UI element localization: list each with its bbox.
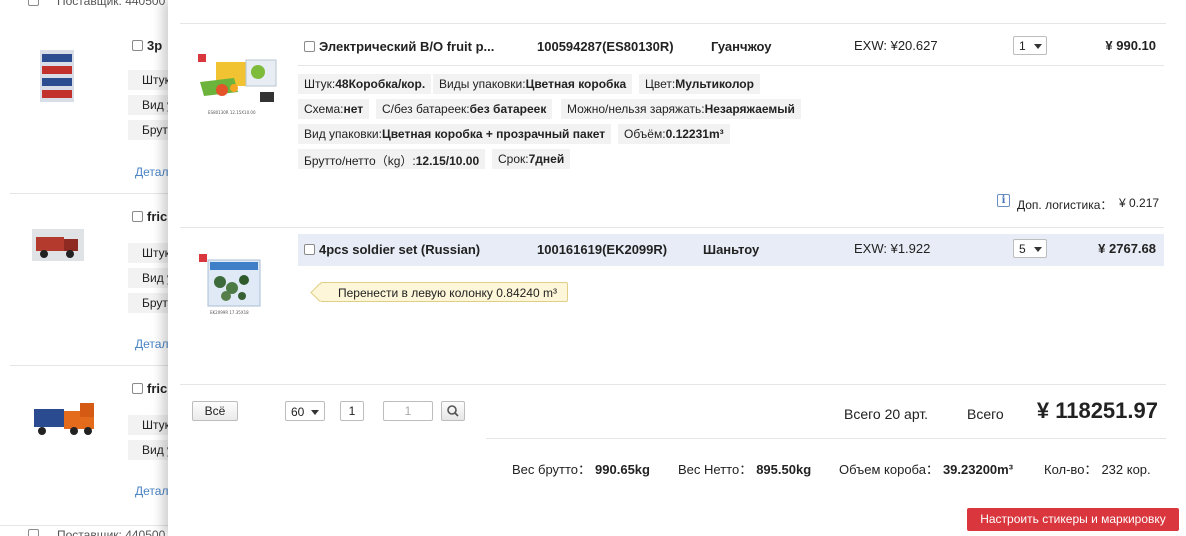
product-thumbnail[interactable] [28,393,94,449]
row-total: ¥ 990.10 [1105,38,1156,53]
exw-price: EXW: ¥20.627 [854,38,938,53]
grand-total: ¥ 118251.97 [1036,398,1158,423]
product-code: 100161619(EK2099R) [537,242,668,257]
supplier-row: Поставщик: 440500 [0,0,186,12]
attribute-chip: Виды упаковки:Цветная коробка [433,74,633,94]
chevron-down-icon [1034,44,1042,49]
list-item: 3р Штук: Вид у Брутт Детал [10,25,188,193]
chevron-down-icon [1034,247,1042,252]
box-volume: Объем короба： 39.23200m³ [839,462,1014,477]
quantity-select[interactable]: 5 [1013,239,1047,258]
attribute-chip: Объём:0.12231m³ [618,124,730,144]
row-checkbox[interactable] [304,244,315,255]
product-city: Гуанчжоу [711,39,772,54]
chevron-down-icon [311,410,319,415]
product-thumbnail[interactable]: ES80130R 12.15X10.00 [194,52,280,123]
fire-truck-image [32,229,84,261]
supplier-checkbox[interactable] [28,0,39,6]
total-items-count: Всего 20 арт. [844,406,929,422]
product-name[interactable]: 4pcs soldier set (Russian) [319,242,480,257]
product-thumbnail[interactable] [28,48,86,104]
product-title[interactable]: 3р [132,38,162,53]
supplier-checkbox[interactable] [28,529,39,536]
net-weight: Вес Нетто： 895.50kg [678,462,812,477]
supplier-label: Поставщик: 440500 [57,528,166,536]
product-thumbnail[interactable] [28,219,86,275]
divider [180,384,1166,385]
total-label: Всего [967,406,1004,422]
details-link[interactable]: Детал [135,165,168,179]
row-checkbox[interactable] [304,41,315,52]
gross-weight: Вес брутто： 990.65kg [512,462,650,477]
go-to-page-button[interactable] [441,401,465,421]
divider [180,227,1164,228]
page-input[interactable]: 1 [383,401,433,421]
product-code: 100594287(ES80130R) [537,39,674,54]
svg-text:ES80130R 12.15X10.00: ES80130R 12.15X10.00 [208,110,256,115]
row-total: ¥ 2767.68 [1098,241,1156,256]
background-product-list: Поставщик: 440500 3р Штук: Вид у Брутт Д… [0,0,188,536]
attribute-chip: Цвет:Мультиколор [639,74,760,94]
item-checkbox[interactable] [132,211,143,222]
attribute-chip: Штук:48Коробка/кор. [298,74,432,94]
attribute-chip: Брутто/нетто（kg）:12.15/10.00 [298,149,486,169]
soldier-set-image: EK2099R 17.35X18 [196,250,268,318]
supplier-row: Поставщик: 440500 [0,525,186,536]
divider [298,65,1164,66]
details-link[interactable]: Детал [135,337,168,351]
search-icon [447,405,459,417]
sticker-settings-button[interactable]: Настроить стикеры и маркировку [967,508,1179,531]
per-page-select[interactable]: 60 [285,401,325,421]
list-item: fric Штук: Вид у Брутт Детал [10,193,188,365]
quantity-value: 5 [1019,242,1026,256]
attribute-chip: Вид упаковки:Цветная коробка + прозрачны… [298,124,612,144]
info-icon[interactable]: i [997,194,1010,207]
logistics-value: ¥ 0.217 [1119,196,1160,210]
item-checkbox[interactable] [132,383,143,394]
cart-row: Электрический B/O fruit p... 100594287(E… [298,31,1164,63]
supplier-label: Поставщик: 440500 [57,0,166,8]
fruit-toy-image: ES80130R 12.15X10.00 [194,52,280,120]
product-name[interactable]: Электрический B/O fruit p... [319,39,494,54]
attribute-chip: Срок:7дней [492,149,571,169]
svg-text:EK2099R 17.35X18: EK2099R 17.35X18 [210,310,249,315]
product-city: Шаньтоу [703,242,760,257]
quantity-select[interactable]: 1 [1013,36,1047,55]
details-link[interactable]: Детал [135,484,168,498]
cart-row: 4pcs soldier set (Russian) 100161619(EK2… [298,234,1164,266]
list-item: fric Штук: Вид у Детал [10,365,188,513]
attribute-chip: Можно/нельзя заряжать:Незаряжаемый [561,99,801,119]
divider [180,23,1166,24]
product-title[interactable]: fric [132,381,167,396]
item-checkbox[interactable] [132,40,143,51]
select-all-button[interactable]: Всё [192,401,238,421]
move-tooltip[interactable]: Перенести в левую колонку 0.84240 m³ [320,282,568,302]
divider [486,438,1166,439]
logistics-label: Доп. логистика： [1017,198,1113,212]
truck-set-image [40,50,74,102]
product-title[interactable]: fric [132,209,167,224]
box-count: Кол-во： 232 кор. [1044,462,1151,477]
per-page-value: 60 [291,405,305,419]
attribute-chip: С/без батареек:без батареек [376,99,553,119]
current-page[interactable]: 1 [340,401,364,421]
cart-detail-panel: ES80130R 12.15X10.00 Электрический B/O f… [168,0,1186,536]
tanker-truck-image [34,403,94,435]
quantity-value: 1 [1019,39,1026,53]
exw-price: EXW: ¥1.922 [854,241,931,256]
product-thumbnail[interactable]: EK2099R 17.35X18 [196,250,268,321]
attribute-chip: Схема:нет [298,99,370,119]
